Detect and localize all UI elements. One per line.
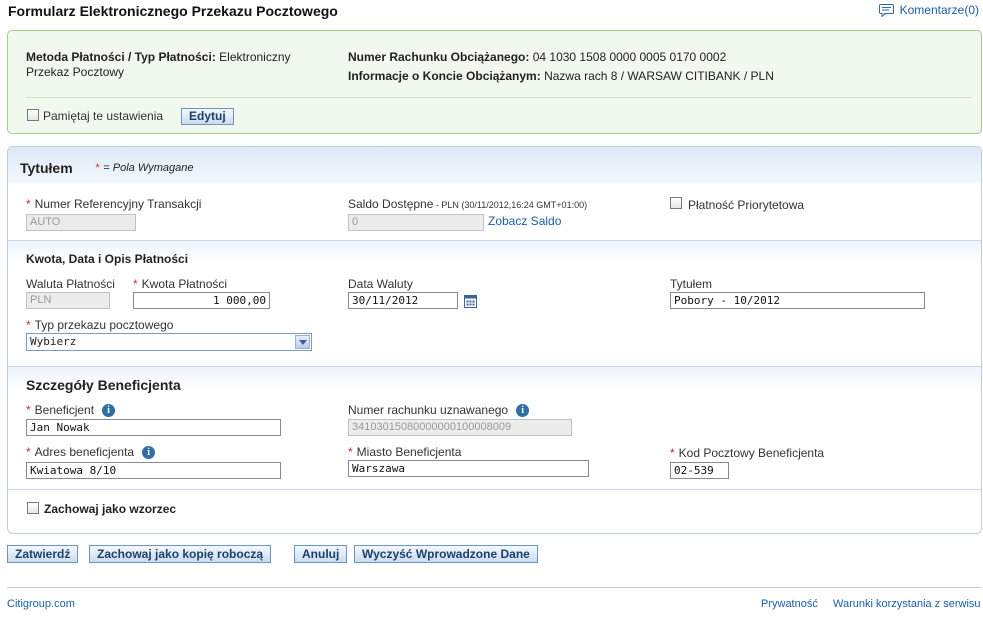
amount-input[interactable]: 1 000,00 [133,292,270,309]
priority-payment-checkbox[interactable] [670,197,682,209]
section-title-tytulem: Tytułem [20,160,73,176]
required-note-text: = Pola Wymagane [103,162,194,174]
payment-form: Tytułem * = Pola Wymagane * Numer Referenc… [7,146,982,534]
reference-number-input[interactable]: AUTO [26,214,136,231]
comments-link[interactable]: Komentarze(0) [878,3,979,17]
money-order-type-select[interactable]: Wybierz [26,333,312,351]
payment-title-input[interactable]: Pobory - 10/2012 [670,292,925,309]
footer-privacy-link[interactable]: Prywatność [761,598,818,610]
view-balance-link[interactable]: Zobacz Saldo [488,214,561,228]
currency-input: PLN [26,292,110,309]
save-as-template-label: Zachowaj jako wzorzec [44,502,177,516]
remember-settings-label: Pamiętaj te ustawienia [43,109,164,123]
save-as-template-checkbox[interactable] [27,502,39,514]
beneficiary-city-label: * Miasto Beneficjenta [348,445,462,459]
summary-divider [26,97,972,98]
payment-method-value-2: Przekaz Pocztowy [26,65,125,79]
payment-details-title: Kwota, Data i Opis Płatności [26,252,189,266]
beneficiary-account-input: 34103015080000000100008009 [348,419,572,436]
debit-account-info-row: Informacje o Koncie Obciążanym: Nazwa ra… [348,69,774,83]
beneficiary-account-label: Numer rachunku uznawanego i [348,403,530,417]
beneficiary-section-title: Szczegóły Beneficjenta [26,377,181,393]
beneficiary-postal-label: * Kod Pocztowy Beneficjenta [670,446,825,460]
debit-account-value: 04 1030 1508 0000 0005 0170 0002 [532,50,727,64]
save-draft-button[interactable]: Zachowaj jako kopię roboczą [89,545,272,563]
required-fields-note: * = Pola Wymagane [95,162,193,174]
available-balance-input: 0 [348,214,484,231]
currency-label: Waluta Płatności [26,277,115,291]
payment-title-label: Tytułem [670,277,713,291]
beneficiary-city-input[interactable]: Warszawa [348,460,589,477]
payment-summary-panel: Metoda Płatności / Typ Płatności: Elektr… [7,30,982,134]
submit-button[interactable]: Zatwierdź [7,545,79,563]
debit-account-info-label: Informacje o Koncie Obciążanym: [348,69,541,83]
reference-number-label: * Numer Referencyjny Transakcji [26,197,202,211]
footer-terms-link[interactable]: Warunki korzystania z serwisu [833,598,981,610]
payment-method-label: Metoda Płatności / Typ Płatności: [26,50,216,64]
edit-button[interactable]: Edytuj [181,108,234,125]
value-date-label: Data Waluty [348,277,413,291]
info-icon[interactable]: i [142,445,156,459]
payment-method-value-1: Elektroniczny [219,50,291,64]
cancel-button[interactable]: Anuluj [294,545,348,563]
footer-brand-link[interactable]: Citigroup.com [7,598,75,610]
chevron-down-icon[interactable] [295,335,310,349]
beneficiary-name-label: * Beneficjent i [26,403,116,417]
payment-method-block: Metoda Płatności / Typ Płatności: Elektr… [26,50,326,80]
money-order-type-value: Wybierz [30,335,77,348]
value-date-input[interactable]: 30/11/2012 [348,292,458,309]
speech-bubble-icon [878,3,894,17]
required-mark: * [26,197,31,211]
page-title: Formularz Elektronicznego Przekazu Poczt… [8,3,338,19]
beneficiary-name-input[interactable]: Jan Nowak [26,419,281,436]
available-balance-note: - PLN (30/11/2012,16:24 GMT+01:00) [433,200,588,210]
comments-label[interactable]: Komentarze(0) [900,3,979,17]
section-divider [8,489,981,490]
calendar-icon[interactable] [464,294,477,311]
info-icon[interactable]: i [516,403,530,417]
debit-account-row: Numer Rachunku Obciążanego: 04 1030 1508… [348,50,726,64]
debit-account-label: Numer Rachunku Obciążanego: [348,50,530,64]
beneficiary-postal-input[interactable]: 02-539 [670,462,729,479]
footer-divider [7,587,982,588]
required-mark: * [95,162,100,174]
remember-settings-checkbox[interactable] [27,109,39,121]
available-balance-label: Saldo Dostępne - PLN (30/11/2012,16:24 G… [348,197,588,211]
beneficiary-address-label: * Adres beneficjenta i [26,445,156,459]
clear-data-button[interactable]: Wyczyść Wprowadzone Dane [354,545,538,563]
amount-label: * Kwota Płatności [133,277,228,291]
beneficiary-address-input[interactable]: Kwiatowa 8/10 [26,462,281,479]
priority-payment-label: Płatność Priorytetowa [688,198,805,212]
info-icon[interactable]: i [102,403,116,417]
debit-account-info-value: Nazwa rach 8 / WARSAW CITIBANK / PLN [544,69,774,83]
money-order-type-label: * Typ przekazu pocztowego [26,318,174,332]
